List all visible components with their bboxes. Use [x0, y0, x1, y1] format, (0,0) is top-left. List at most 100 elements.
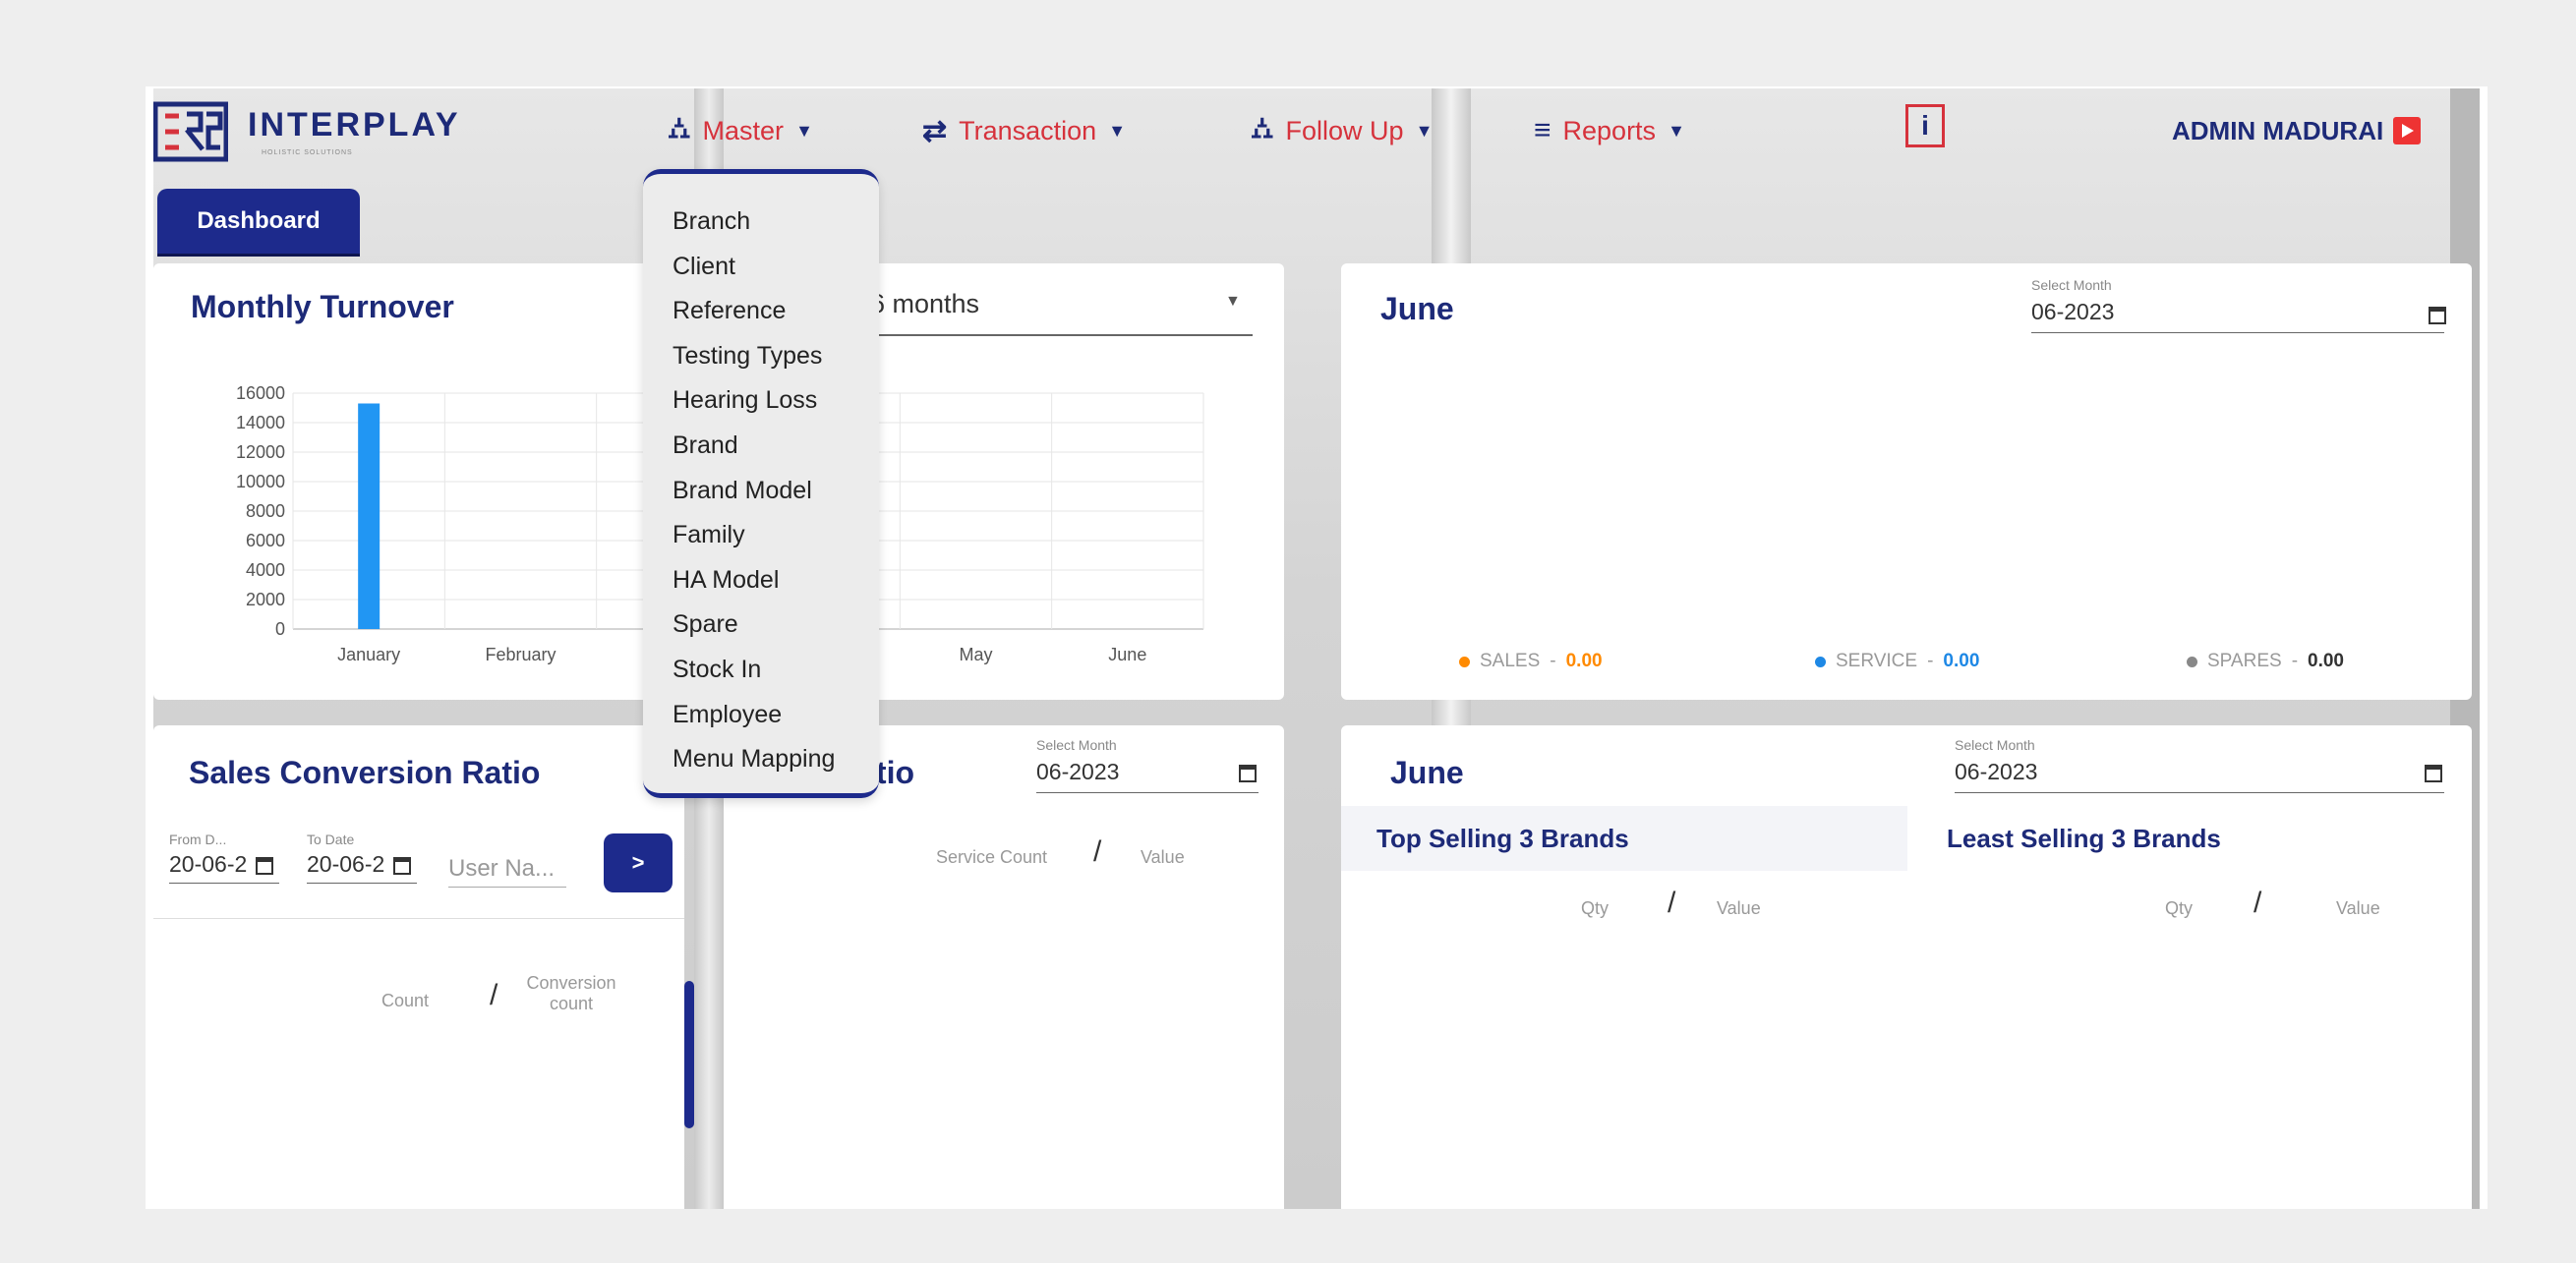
- legend-service-name: SERVICE: [1836, 651, 1918, 671]
- user-name: ADMIN MADURAI: [2172, 115, 2384, 145]
- column-separator: /: [2254, 887, 2262, 919]
- brand-tagline: HOLISTIC SOLUTIONS: [262, 149, 353, 156]
- brand-logo[interactable]: INTERPLAY HOLISTIC SOLUTIONS: [153, 92, 478, 177]
- legend-spares: SPARES - 0.00: [2187, 651, 2344, 672]
- master-menu-item[interactable]: Testing Types: [643, 334, 879, 379]
- legend-sep: -: [1927, 651, 1934, 671]
- nav-follow-up-label: Follow Up: [1285, 115, 1404, 145]
- apply-filter-button[interactable]: >: [604, 833, 673, 892]
- caret-down-icon: ▼: [1108, 120, 1127, 141]
- legend-sales-name: SALES: [1480, 651, 1541, 671]
- service-month-label: Select Month: [1036, 737, 1117, 753]
- list-icon: ≡: [1534, 114, 1551, 146]
- sales-dot-icon: [1459, 656, 1470, 667]
- scrollbar-thumb[interactable]: [684, 981, 694, 1128]
- divider: [153, 918, 684, 919]
- from-date-value[interactable]: 20-06-2: [169, 851, 247, 878]
- sales-conversion-card: Sales Conversion Ratio From D... 20-06-2…: [153, 725, 694, 1209]
- logout-icon[interactable]: [2393, 117, 2422, 144]
- column-separator: /: [1668, 887, 1676, 919]
- nav-transaction[interactable]: ⇄ Transaction ▼: [922, 106, 1126, 155]
- service-month-underline: [1036, 792, 1259, 793]
- calendar-icon[interactable]: [256, 857, 273, 875]
- tab-dashboard[interactable]: Dashboard: [157, 189, 360, 254]
- brand-name: INTERPLAY: [248, 106, 461, 144]
- legend-spares-value: 0.00: [2308, 651, 2344, 671]
- value-header: Value: [1717, 898, 1761, 918]
- count-header: Count: [381, 991, 430, 1010]
- column-separator: /: [490, 979, 498, 1011]
- master-menu-item[interactable]: Client: [643, 245, 879, 290]
- june-summary-title: June: [1380, 291, 1454, 326]
- master-menu-item[interactable]: Family: [643, 513, 879, 558]
- y-tick-label: 8000: [246, 501, 285, 521]
- caret-down-icon: ▼: [1415, 120, 1434, 141]
- to-date-value[interactable]: 20-06-2: [307, 851, 384, 878]
- x-tick-label: January: [337, 645, 400, 664]
- legend-spares-name: SPARES: [2207, 651, 2282, 671]
- calendar-icon[interactable]: [2429, 307, 2446, 324]
- master-menu-item[interactable]: Stock In: [643, 648, 879, 693]
- nav-master-label: Master: [702, 115, 785, 145]
- master-menu-item[interactable]: Reference: [643, 289, 879, 334]
- y-tick-label: 4000: [246, 560, 285, 580]
- brands-title: June: [1390, 755, 1464, 790]
- calendar-icon[interactable]: [1239, 765, 1257, 782]
- brands-month-value[interactable]: 06-2023: [1955, 759, 2037, 785]
- qty-header: Qty: [2165, 898, 2194, 918]
- to-date-label: To Date: [307, 832, 355, 847]
- app-viewport: INTERPLAY HOLISTIC SOLUTIONS ⛼ Master ▼ …: [153, 88, 2480, 1209]
- master-menu-item[interactable]: Brand Model: [643, 469, 879, 514]
- legend-sales: SALES - 0.00: [1459, 651, 1603, 672]
- conversion-count-header: Conversion count: [526, 973, 616, 1013]
- legend-sep: -: [1550, 651, 1556, 671]
- bar-january[interactable]: [358, 403, 381, 630]
- value-header: Value: [1141, 847, 1185, 867]
- service-count-header: Service Count: [936, 847, 1048, 867]
- x-tick-label: June: [1108, 645, 1146, 664]
- nav-master[interactable]: ⛼ Master ▼: [668, 106, 813, 155]
- calendar-icon[interactable]: [393, 857, 411, 875]
- service-month-value[interactable]: 06-2023: [1036, 759, 1119, 785]
- y-tick-label: 10000: [236, 472, 285, 491]
- nav-transaction-label: Transaction: [959, 115, 1097, 145]
- nav-reports-label: Reports: [1562, 115, 1657, 145]
- master-menu-item[interactable]: HA Model: [643, 558, 879, 603]
- y-tick-label: 14000: [236, 413, 285, 432]
- nav-reports[interactable]: ≡ Reports ▼: [1534, 106, 1685, 155]
- june-summary-card: June Select Month 06-2023 SALES - 0.00 S…: [1341, 263, 2472, 700]
- master-menu-item[interactable]: Spare: [643, 603, 879, 648]
- calendar-icon[interactable]: [2425, 765, 2442, 782]
- x-tick-label: May: [959, 645, 992, 664]
- caret-down-icon: ▼: [1668, 120, 1685, 141]
- master-menu-item[interactable]: Employee: [643, 693, 879, 738]
- from-date-underline: [169, 883, 279, 884]
- master-menu-item[interactable]: Branch: [643, 200, 879, 245]
- nav-follow-up[interactable]: ⛼ Follow Up ▼: [1251, 106, 1433, 155]
- master-dropdown-menu: Branch Client Reference Testing Types Hearin…: [643, 169, 879, 798]
- user-menu[interactable]: ADMIN MADURAI: [2172, 106, 2422, 155]
- user-name-input[interactable]: User Na...: [448, 855, 555, 883]
- june-month-underline: [2031, 332, 2444, 333]
- top-selling-title: Top Selling 3 Brands: [1376, 824, 1629, 853]
- top-selling-header: Top Selling 3 Brands: [1341, 806, 1931, 871]
- info-button[interactable]: i: [1905, 104, 1945, 147]
- service-dot-icon: [1815, 656, 1826, 667]
- y-tick-label: 12000: [236, 442, 285, 462]
- brands-card: June Select Month 06-2023 Top Selling 3 …: [1341, 725, 2472, 1209]
- caret-down-icon: ▼: [795, 120, 813, 141]
- brands-month-label: Select Month: [1955, 737, 2035, 753]
- june-month-label: Select Month: [2031, 277, 2112, 293]
- y-tick-label: 6000: [246, 531, 285, 550]
- qty-header: Qty: [1581, 898, 1610, 918]
- legend-service: SERVICE - 0.00: [1815, 651, 1979, 672]
- june-month-value[interactable]: 06-2023: [2031, 299, 2114, 325]
- legend-sep: -: [2291, 651, 2299, 671]
- y-tick-label: 16000: [236, 383, 285, 403]
- master-menu-item[interactable]: Brand: [643, 424, 879, 469]
- sales-conversion-title: Sales Conversion Ratio: [189, 755, 541, 790]
- exchange-icon: ⇄: [922, 114, 948, 147]
- master-menu-item[interactable]: Menu Mapping: [643, 737, 879, 782]
- master-menu-item[interactable]: Hearing Loss: [643, 378, 879, 424]
- spares-dot-icon: [2187, 656, 2197, 667]
